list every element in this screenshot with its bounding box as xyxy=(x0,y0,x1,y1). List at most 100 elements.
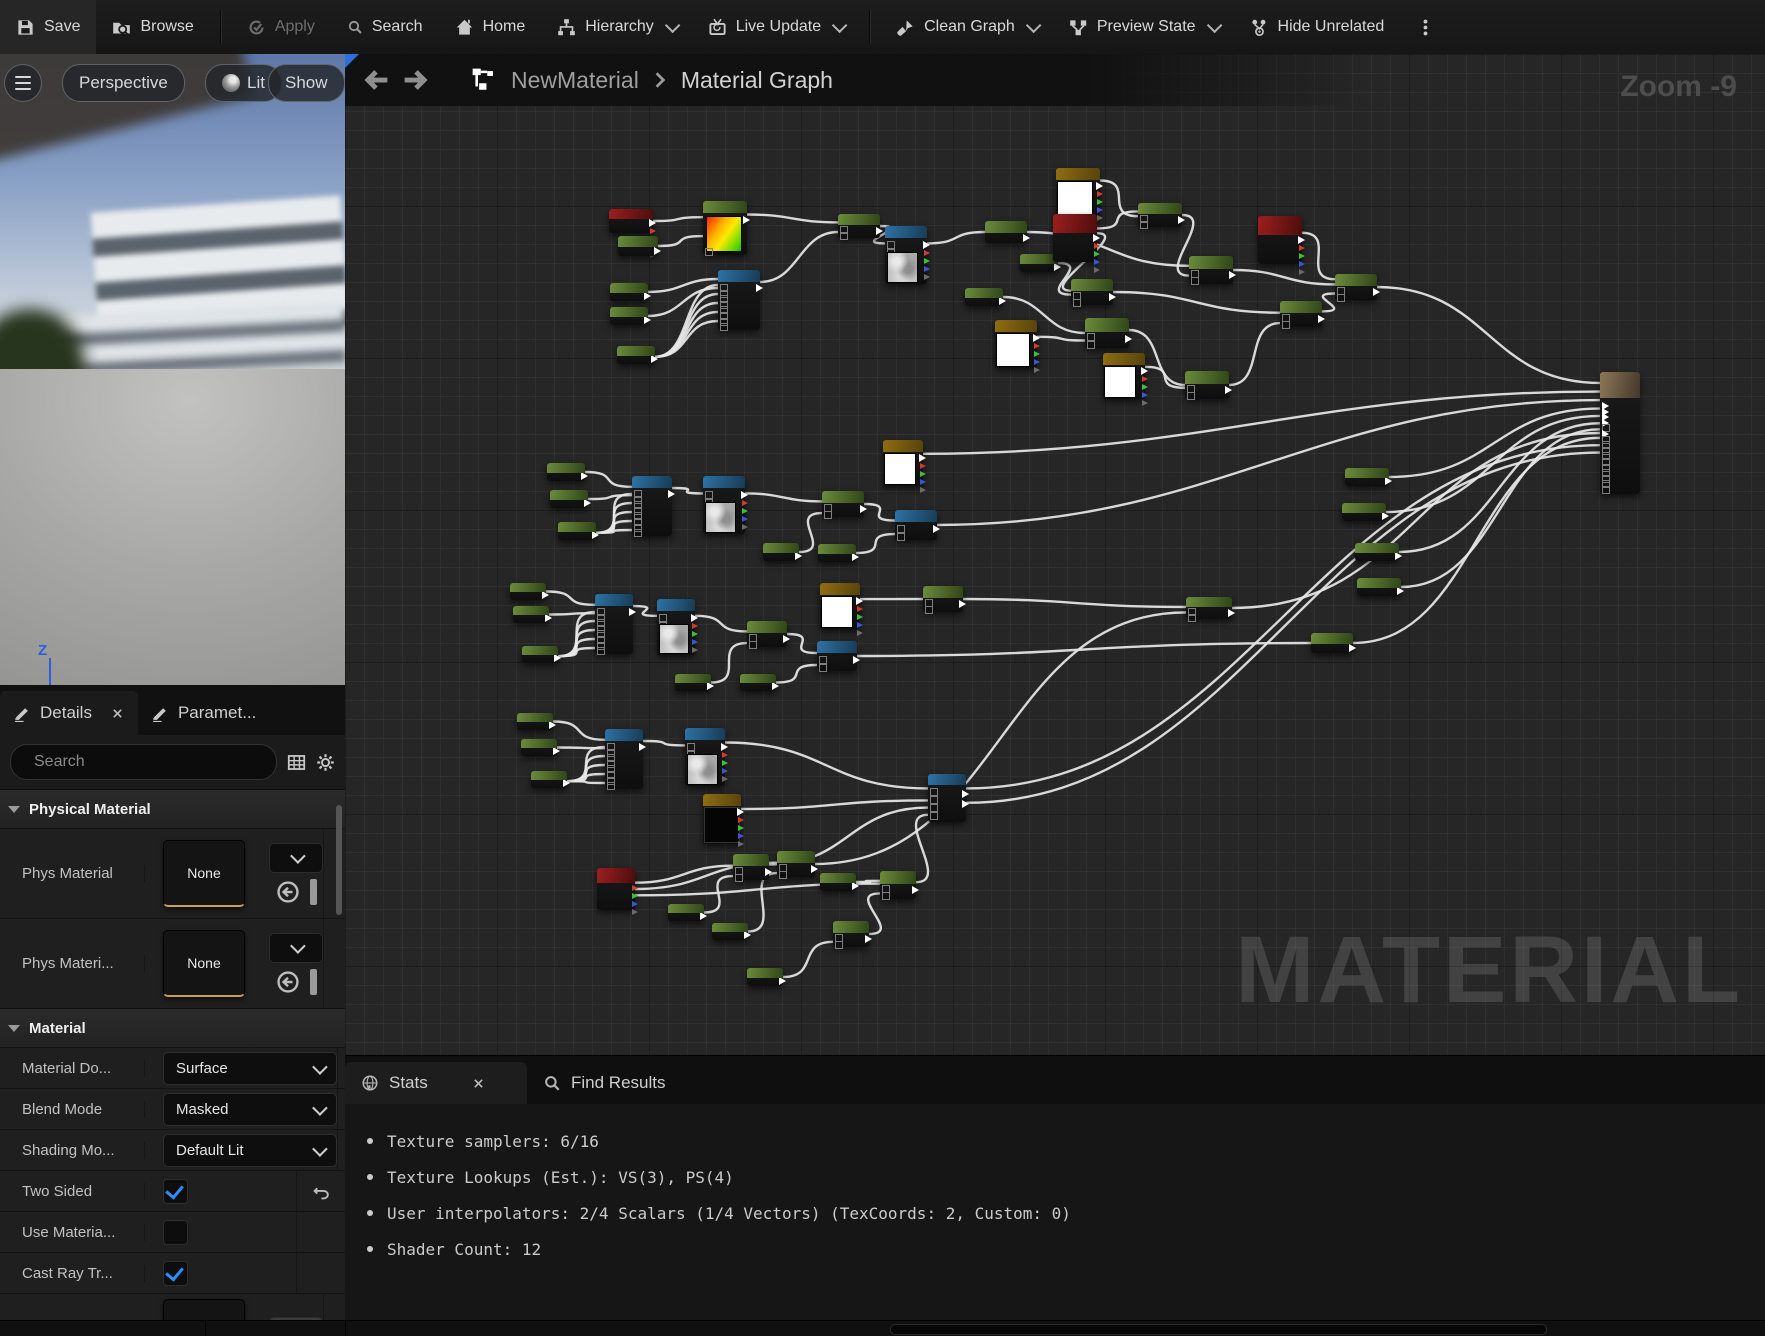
input-pin[interactable] xyxy=(1094,267,1100,273)
input-pin[interactable] xyxy=(1140,221,1148,229)
output-pin[interactable] xyxy=(1054,263,1061,271)
output-pin[interactable] xyxy=(772,682,779,690)
input-pin[interactable] xyxy=(1337,294,1345,302)
output-pin[interactable] xyxy=(1349,644,1356,652)
graph-node-sample[interactable] xyxy=(885,226,930,284)
input-pin[interactable] xyxy=(687,743,695,751)
input-pin[interactable] xyxy=(749,641,757,649)
input-pin[interactable] xyxy=(857,630,863,636)
tab-details[interactable]: Details xyxy=(0,691,138,735)
toolbar-home-button[interactable]: Home xyxy=(439,0,542,54)
browse-bar-icon[interactable] xyxy=(309,968,317,995)
input-pin[interactable] xyxy=(930,788,938,796)
output-pin[interactable] xyxy=(581,472,588,480)
graph-node-green2[interactable] xyxy=(1186,597,1235,622)
input-pin[interactable] xyxy=(924,250,930,256)
input-pin[interactable] xyxy=(930,796,938,804)
input-pin[interactable] xyxy=(1097,207,1103,213)
input-pin[interactable] xyxy=(857,606,863,612)
input-pin[interactable] xyxy=(924,274,930,280)
input-pin[interactable] xyxy=(1191,277,1199,285)
input-pin[interactable] xyxy=(1142,392,1148,398)
graph-node-green[interactable] xyxy=(517,713,556,730)
output-pin[interactable] xyxy=(933,525,940,533)
output-pin[interactable] xyxy=(554,654,561,662)
graph-node-green2[interactable] xyxy=(923,586,966,614)
graph-node-gold[interactable] xyxy=(883,440,926,493)
graph-node-sample[interactable] xyxy=(657,599,698,655)
back-arrow-icon[interactable] xyxy=(363,67,389,93)
output-pin[interactable] xyxy=(1033,334,1040,342)
asset-picker[interactable]: None xyxy=(163,840,245,907)
input-pin[interactable] xyxy=(857,614,863,620)
output-pin[interactable] xyxy=(860,505,867,513)
graph-node-green[interactable] xyxy=(510,583,549,600)
output-pin[interactable] xyxy=(1093,234,1100,242)
input-pin[interactable] xyxy=(920,479,926,485)
toolbar-preview-state-button[interactable]: Preview State xyxy=(1053,0,1234,54)
output-pin[interactable] xyxy=(1109,293,1116,301)
graph-node-green[interactable] xyxy=(1311,633,1356,653)
graph-node-green[interactable] xyxy=(1357,578,1404,596)
graph-node-green[interactable] xyxy=(513,606,552,623)
output-pin[interactable] xyxy=(700,912,707,920)
toolbar-more-button[interactable] xyxy=(1400,0,1451,54)
input-pin[interactable] xyxy=(1282,321,1290,329)
details-scrollbar-thumb[interactable] xyxy=(336,805,342,915)
input-pin[interactable] xyxy=(705,248,713,256)
graph-node-green[interactable] xyxy=(985,221,1030,243)
input-pin[interactable] xyxy=(738,833,744,839)
input-pin[interactable] xyxy=(824,511,832,519)
material-graph-canvas[interactable]: MATERIAL NewMaterial Material Graph Zoom… xyxy=(345,54,1765,1055)
graph-node-green[interactable] xyxy=(668,904,707,921)
input-pin[interactable] xyxy=(705,491,713,499)
graph-node-green[interactable] xyxy=(531,771,570,788)
graph-node-bluesm[interactable] xyxy=(817,641,860,672)
input-pin[interactable] xyxy=(742,516,748,522)
output-pin[interactable] xyxy=(783,635,790,643)
input-pin[interactable] xyxy=(1034,367,1040,373)
reset-to-default-icon[interactable] xyxy=(312,1183,330,1200)
output-pin[interactable] xyxy=(1096,182,1103,190)
input-pin[interactable] xyxy=(840,232,848,240)
graph-node-green[interactable] xyxy=(1355,543,1402,561)
input-pin[interactable] xyxy=(897,525,905,533)
input-pin[interactable] xyxy=(887,241,895,249)
input-pin[interactable] xyxy=(738,817,744,823)
output-pin[interactable] xyxy=(865,935,872,943)
dropdown-material-do-[interactable]: Surface xyxy=(163,1051,337,1085)
input-pin[interactable] xyxy=(857,622,863,628)
graph-node-green[interactable] xyxy=(547,463,588,481)
output-pin[interactable] xyxy=(912,886,919,894)
graph-node-green[interactable] xyxy=(618,236,661,256)
toolbar-clean-graph-button[interactable]: Clean Graph xyxy=(880,0,1053,54)
tab-find-results[interactable]: Find Results xyxy=(527,1062,709,1104)
graph-node-green2[interactable] xyxy=(777,851,818,879)
dropdown-blend-mode[interactable]: Masked xyxy=(163,1092,337,1126)
graph-node-green2[interactable] xyxy=(1185,371,1232,400)
graph-node-green[interactable] xyxy=(712,923,751,940)
checkbox-two-sided[interactable] xyxy=(163,1178,188,1204)
output-pin[interactable] xyxy=(959,600,966,608)
output-pin[interactable] xyxy=(563,779,570,787)
output-pin[interactable] xyxy=(592,531,599,539)
output-pin[interactable] xyxy=(876,227,883,235)
viewport-menu-button[interactable] xyxy=(4,64,42,102)
input-pin[interactable] xyxy=(1299,253,1305,259)
details-search-input[interactable] xyxy=(10,744,277,780)
input-pin[interactable] xyxy=(1094,243,1100,249)
graph-node-green2[interactable] xyxy=(1138,203,1185,229)
input-pin[interactable] xyxy=(924,258,930,264)
checkbox-use-materia-[interactable] xyxy=(163,1219,188,1245)
graph-node-green[interactable] xyxy=(610,283,651,301)
output-pin[interactable] xyxy=(743,216,750,224)
graph-node-green[interactable] xyxy=(763,543,802,561)
input-pin[interactable] xyxy=(1142,400,1148,406)
asset-picker[interactable]: None xyxy=(163,930,245,997)
graph-node-material-output[interactable] xyxy=(1600,372,1640,494)
input-pin[interactable] xyxy=(692,647,698,653)
output-pin[interactable] xyxy=(629,608,636,616)
graph-node-green2[interactable] xyxy=(1280,301,1325,329)
close-icon[interactable] xyxy=(111,707,124,720)
graph-node-bluesm[interactable] xyxy=(895,510,940,541)
